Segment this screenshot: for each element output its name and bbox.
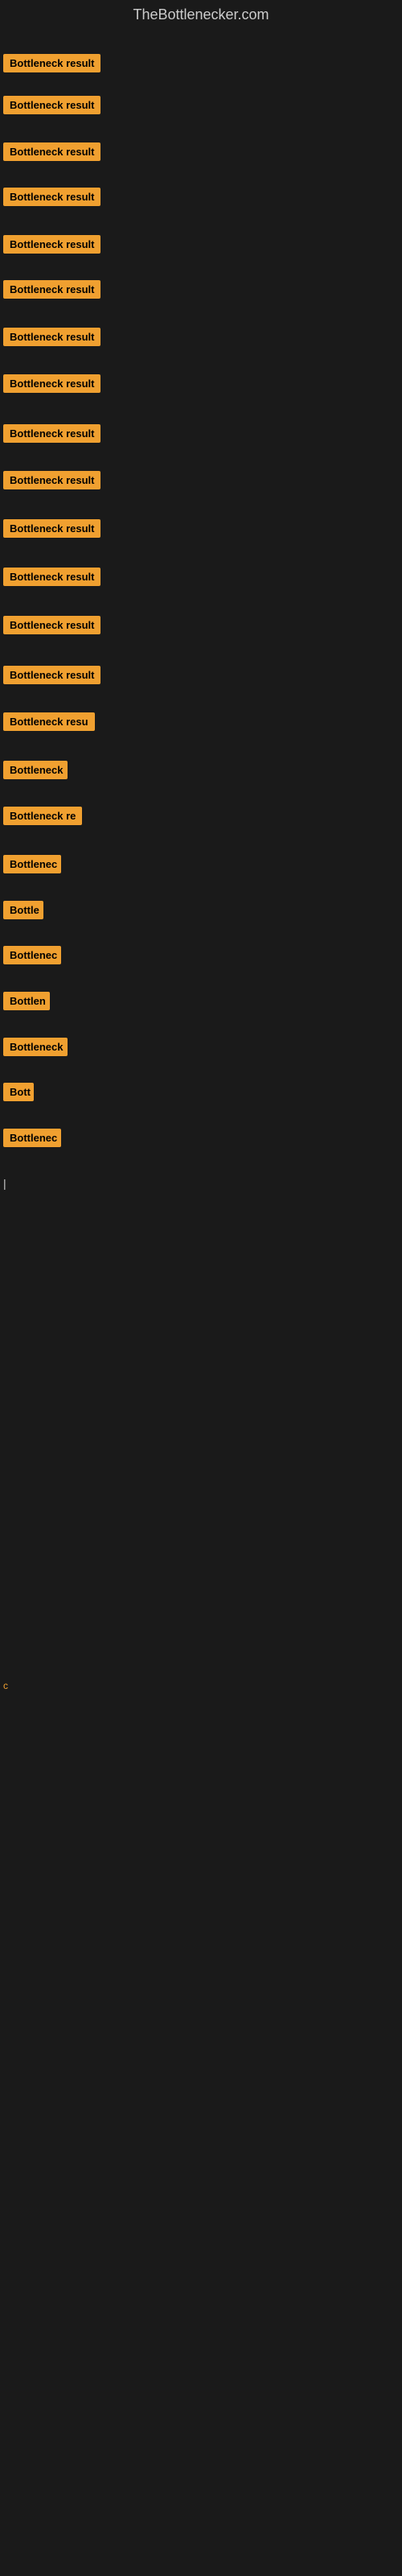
bottleneck-badge: Bottlenec [3,855,61,873]
bottleneck-badge: Bottleneck re [3,807,82,825]
bottleneck-badge: Bottleneck result [3,616,100,634]
bottleneck-item: Bottle [3,901,43,923]
bottleneck-badge: Bottleneck [3,1038,68,1056]
bottleneck-item: Bottleneck result [3,471,100,493]
bottleneck-item: Bottleneck result [3,96,100,118]
bottleneck-badge: Bottleneck result [3,142,100,161]
bottleneck-item: Bottleneck [3,1038,68,1060]
bottleneck-item: Bottlen [3,992,50,1014]
bottleneck-item: Bottleneck resu [3,712,95,735]
bottleneck-badge: Bottleneck result [3,568,100,586]
bottleneck-badge: Bottlenec [3,1129,61,1147]
bottleneck-item: Bottleneck result [3,616,100,638]
bottleneck-badge: Bottleneck result [3,471,100,489]
bottleneck-item: Bottleneck result [3,519,100,542]
bottleneck-badge: Bottleneck result [3,235,100,254]
bottleneck-badge: Bottleneck result [3,280,100,299]
bottleneck-item: Bottleneck result [3,666,100,688]
bottleneck-item: Bott [3,1083,34,1105]
bottleneck-item: Bottleneck result [3,54,100,76]
bottleneck-badge: Bottleneck result [3,424,100,443]
bottleneck-item: Bottlenec [3,1129,61,1151]
bottleneck-item: Bottleneck result [3,424,100,447]
bottleneck-item: Bottleneck re [3,807,82,829]
bottleneck-badge: Bottleneck [3,761,68,779]
bottleneck-item: Bottleneck result [3,328,100,350]
bottleneck-item: Bottleneck result [3,568,100,590]
single-char-item: | [3,1177,6,1190]
bottleneck-badge: Bottleneck result [3,666,100,684]
bottleneck-badge: Bottleneck result [3,54,100,72]
bottleneck-badge: Bottleneck result [3,374,100,393]
bottleneck-badge: Bott [3,1083,34,1101]
bottleneck-badge: Bottleneck result [3,96,100,114]
bottleneck-badge: Bottleneck resu [3,712,95,731]
bottleneck-item: Bottleneck [3,761,68,783]
bottleneck-badge: Bottleneck result [3,328,100,346]
bottleneck-badge: Bottleneck result [3,519,100,538]
bottleneck-badge: Bottleneck result [3,188,100,206]
bottleneck-item: Bottleneck result [3,280,100,303]
bottleneck-badge: Bottlen [3,992,50,1010]
site-title: TheBottlenecker.com [0,0,402,30]
bottleneck-item: Bottlenec [3,855,61,877]
small-char-item: c [3,1680,8,1691]
bottleneck-item: Bottleneck result [3,235,100,258]
bottleneck-item: Bottleneck result [3,188,100,210]
bottleneck-item: Bottleneck result [3,142,100,165]
bottleneck-badge: Bottlenec [3,946,61,964]
bottleneck-item: Bottleneck result [3,374,100,397]
bottleneck-item: Bottlenec [3,946,61,968]
bottleneck-badge: Bottle [3,901,43,919]
